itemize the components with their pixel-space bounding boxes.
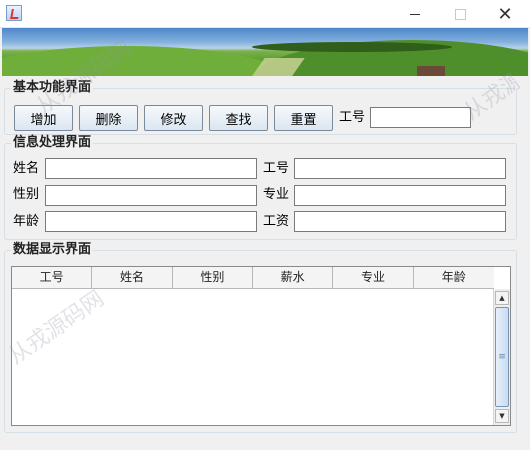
close-button[interactable]: ✕ [482, 0, 528, 28]
basic-functions-panel: 基本功能界面 增加 删除 修改 查找 重置 工号 [4, 80, 517, 135]
age-label: 年龄 [13, 214, 40, 229]
basic-functions-legend: 基本功能界面 [11, 80, 94, 96]
salary-input[interactable] [294, 211, 506, 232]
gender-label: 性别 [13, 187, 40, 202]
window-titlebar: ✕ [0, 0, 530, 28]
name-input[interactable] [45, 158, 257, 179]
maximize-button[interactable] [437, 0, 483, 28]
major-input[interactable] [294, 185, 506, 206]
column-header-id[interactable]: 工号 [12, 267, 93, 289]
scroll-down-arrow-icon[interactable]: ▼ [495, 409, 509, 423]
age-input[interactable] [45, 211, 257, 232]
column-header-gender[interactable]: 性别 [173, 267, 253, 289]
column-header-age[interactable]: 年龄 [414, 267, 494, 289]
grassland-banner-image [2, 28, 528, 76]
employee-id-label: 工号 [263, 161, 290, 176]
data-display-legend: 数据显示界面 [11, 242, 94, 258]
table-header: 工号 姓名 性别 薪水 专业 年龄 [12, 267, 494, 289]
scrollbar-thumb[interactable]: ≡ [495, 307, 509, 407]
column-header-major[interactable]: 专业 [333, 267, 414, 289]
employee-table[interactable]: 工号 姓名 性别 薪水 专业 年龄 ▲ ≡ ▼ [11, 266, 511, 426]
edit-button[interactable]: 修改 [144, 105, 203, 131]
search-button[interactable]: 查找 [209, 105, 268, 131]
table-body[interactable] [12, 290, 494, 425]
column-header-salary[interactable]: 薪水 [253, 267, 334, 289]
name-label: 姓名 [13, 161, 40, 176]
add-button[interactable]: 增加 [14, 105, 73, 131]
gender-input[interactable] [45, 185, 257, 206]
minimize-button[interactable] [392, 0, 438, 28]
major-label: 专业 [263, 187, 290, 202]
java-app-icon [6, 5, 22, 21]
delete-button[interactable]: 删除 [79, 105, 138, 131]
search-id-label: 工号 [339, 110, 366, 125]
scroll-up-arrow-icon[interactable]: ▲ [495, 291, 509, 305]
table-vertical-scrollbar[interactable]: ▲ ≡ ▼ [493, 289, 510, 425]
search-id-input[interactable] [370, 107, 471, 128]
info-processing-legend: 信息处理界面 [11, 135, 94, 151]
info-processing-panel: 信息处理界面 姓名 性别 年龄 工号 专业 工资 [4, 135, 517, 240]
column-header-name[interactable]: 姓名 [92, 267, 173, 289]
employee-id-input[interactable] [294, 158, 506, 179]
reset-button[interactable]: 重置 [274, 105, 333, 131]
salary-label: 工资 [263, 214, 290, 229]
